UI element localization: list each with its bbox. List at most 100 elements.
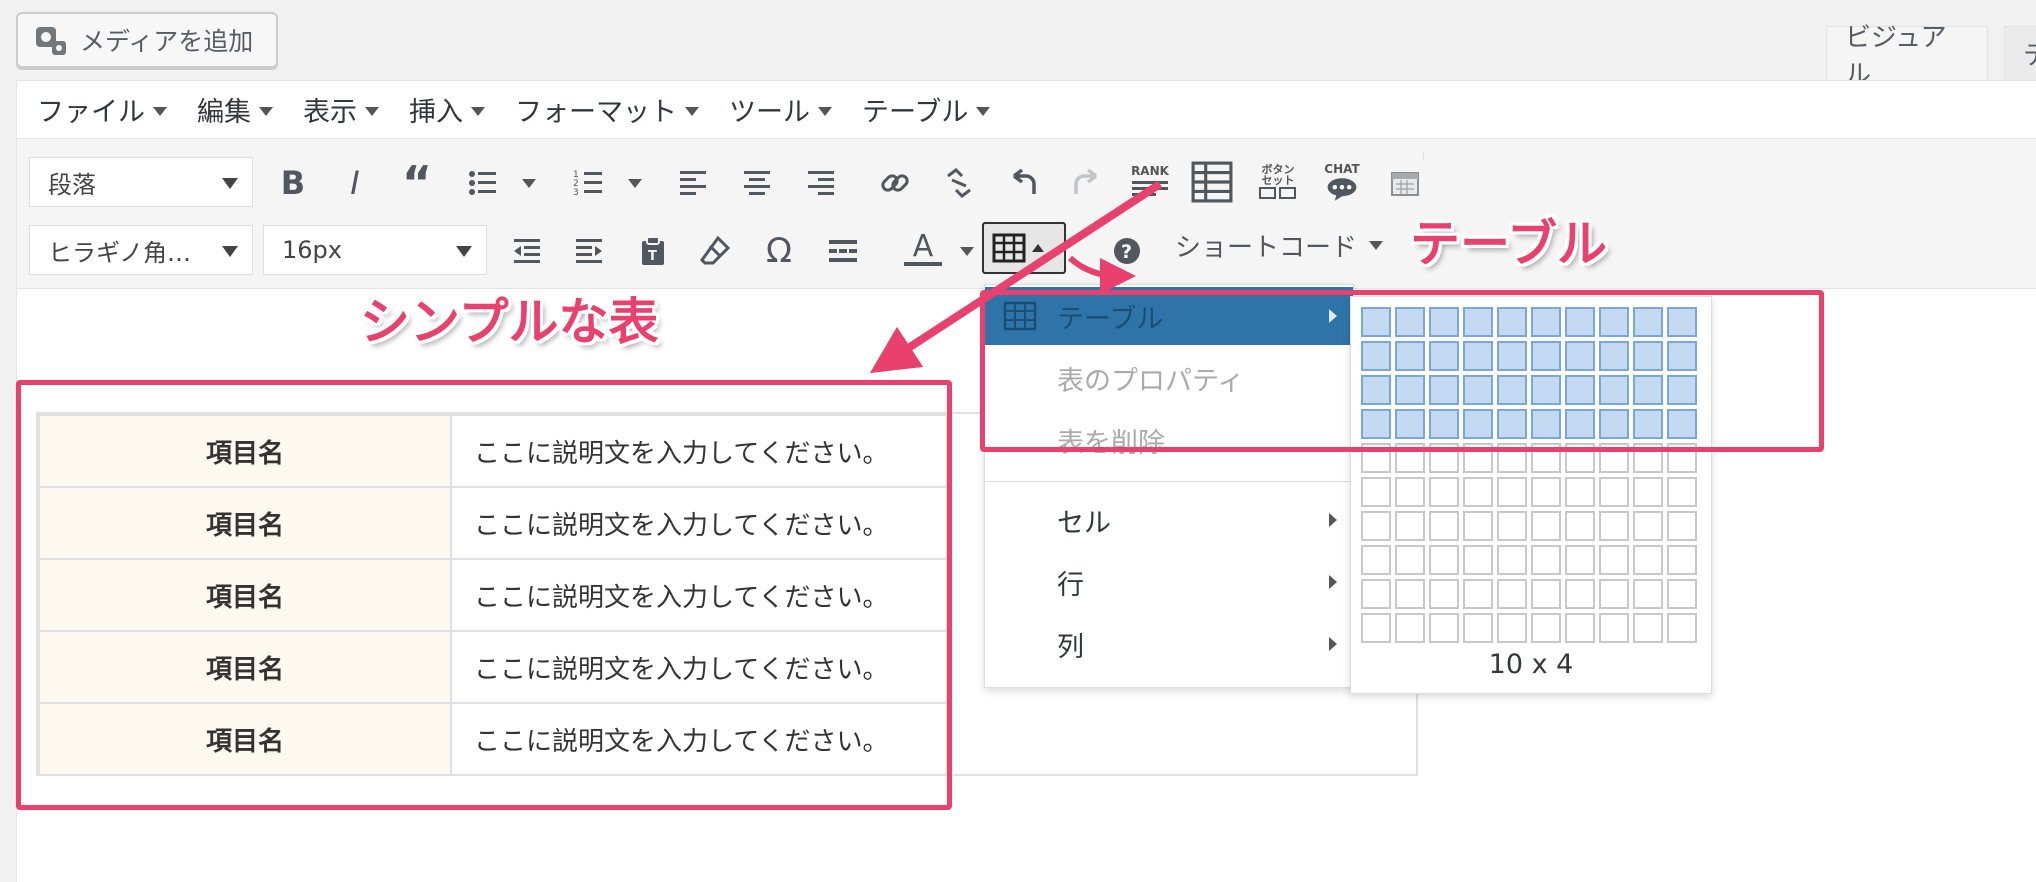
table-size-cell[interactable] xyxy=(1633,613,1663,643)
table-size-cell[interactable] xyxy=(1599,477,1629,507)
table-size-cell[interactable] xyxy=(1667,579,1697,609)
table-size-cell[interactable] xyxy=(1361,545,1391,575)
menu-view[interactable]: 表示 xyxy=(303,90,379,129)
toolbar-separator xyxy=(1423,153,1424,161)
remove-link-button[interactable] xyxy=(937,161,981,205)
table-size-cell[interactable] xyxy=(1667,477,1697,507)
table-list-button[interactable] xyxy=(1189,159,1235,205)
table-size-cell[interactable] xyxy=(1633,545,1663,575)
table-size-cell[interactable] xyxy=(1361,477,1391,507)
table-size-cell[interactable] xyxy=(1565,511,1595,541)
table-size-cell[interactable] xyxy=(1395,579,1425,609)
table-size-cell[interactable] xyxy=(1361,613,1391,643)
table-size-cell[interactable] xyxy=(1497,613,1527,643)
table-size-cell[interactable] xyxy=(1463,613,1493,643)
bold-button[interactable]: B xyxy=(271,161,315,205)
undo-button[interactable] xyxy=(1001,161,1045,205)
redo-button[interactable] xyxy=(1065,161,1109,205)
table-size-cell[interactable] xyxy=(1531,613,1561,643)
calendar-button[interactable] xyxy=(1383,161,1427,205)
shortcode-menu-button[interactable]: ショートコード xyxy=(1175,227,1384,264)
table-size-cell[interactable] xyxy=(1667,545,1697,575)
menu-file[interactable]: ファイル xyxy=(37,90,167,129)
clear-formatting-button[interactable] xyxy=(693,229,737,273)
tab-text[interactable]: テ xyxy=(2004,26,2036,80)
menu-format[interactable]: フォーマット xyxy=(515,90,699,129)
table-size-cell[interactable] xyxy=(1565,613,1595,643)
menu-edit[interactable]: 編集 xyxy=(197,90,273,129)
menu-tools[interactable]: ツール xyxy=(729,90,832,129)
chat-button[interactable]: CHAT xyxy=(1317,155,1367,209)
table-size-cell[interactable] xyxy=(1531,477,1561,507)
table-size-cell[interactable] xyxy=(1565,579,1595,609)
table-size-cell[interactable] xyxy=(1497,511,1527,541)
align-left-button[interactable] xyxy=(671,161,715,205)
table-size-cell[interactable] xyxy=(1599,511,1629,541)
table-size-cell[interactable] xyxy=(1599,579,1629,609)
table-size-cell[interactable] xyxy=(1395,511,1425,541)
outdent-button[interactable] xyxy=(505,229,549,273)
add-media-button[interactable]: メディアを追加 xyxy=(16,12,278,68)
indent-button[interactable] xyxy=(567,229,611,273)
table-size-cell[interactable] xyxy=(1497,477,1527,507)
table-size-cell[interactable] xyxy=(1667,511,1697,541)
table-size-cell[interactable] xyxy=(1633,477,1663,507)
rank-button[interactable]: RANK xyxy=(1125,155,1175,207)
menu-item-cell[interactable]: セル xyxy=(985,491,1353,549)
numbered-list-dropdown[interactable] xyxy=(623,161,647,205)
table-size-cell[interactable] xyxy=(1429,511,1459,541)
table-size-cell[interactable] xyxy=(1463,545,1493,575)
font-size-select[interactable]: 16px xyxy=(263,225,487,275)
font-family-select[interactable]: ヒラギノ角… xyxy=(29,225,253,275)
paste-text-button[interactable]: T xyxy=(631,229,675,273)
table-size-cell[interactable] xyxy=(1463,477,1493,507)
special-character-button[interactable]: Ω xyxy=(757,229,801,273)
table-size-cell[interactable] xyxy=(1429,545,1459,575)
bullet-list-button[interactable] xyxy=(461,161,505,205)
table-size-cell[interactable] xyxy=(1395,477,1425,507)
table-size-cell[interactable] xyxy=(1633,579,1663,609)
bullet-list-dropdown[interactable] xyxy=(517,161,541,205)
text-color-dropdown[interactable] xyxy=(955,229,979,273)
table-size-cell[interactable] xyxy=(1565,477,1595,507)
button-set-button[interactable]: ボタン セット xyxy=(1253,155,1303,209)
table-size-cell[interactable] xyxy=(1599,545,1629,575)
text-color-button[interactable]: A xyxy=(901,227,945,271)
horizontal-line-button[interactable] xyxy=(821,229,865,273)
tab-visual[interactable]: ビジュアル xyxy=(1826,23,1988,90)
menu-table[interactable]: テーブル xyxy=(862,90,991,129)
horizontal-rule-icon xyxy=(829,240,857,262)
table-size-cell[interactable] xyxy=(1395,613,1425,643)
numbered-list-button[interactable]: 123 xyxy=(567,161,611,205)
menu-item-row[interactable]: 行 xyxy=(985,553,1353,611)
align-right-button[interactable] xyxy=(799,161,843,205)
align-center-button[interactable] xyxy=(735,161,779,205)
table-size-cell[interactable] xyxy=(1633,511,1663,541)
italic-button[interactable]: I xyxy=(333,161,377,205)
menu-insert[interactable]: 挿入 xyxy=(409,90,485,129)
menu-item-column[interactable]: 列 xyxy=(985,615,1353,673)
table-size-cell[interactable] xyxy=(1599,613,1629,643)
table-size-cell[interactable] xyxy=(1497,579,1527,609)
table-size-cell[interactable] xyxy=(1531,545,1561,575)
table-size-cell[interactable] xyxy=(1531,579,1561,609)
table-size-cell[interactable] xyxy=(1565,545,1595,575)
table-size-cell[interactable] xyxy=(1497,545,1527,575)
table-size-cell[interactable] xyxy=(1361,579,1391,609)
table-size-cell[interactable] xyxy=(1429,477,1459,507)
table-size-cell[interactable] xyxy=(1361,511,1391,541)
blockquote-button[interactable]: “ xyxy=(395,156,439,210)
italic-icon: I xyxy=(350,164,360,202)
table-size-cell[interactable] xyxy=(1395,545,1425,575)
table-size-cell[interactable] xyxy=(1463,579,1493,609)
text-color-swatch xyxy=(904,262,942,266)
table-size-cell[interactable] xyxy=(1531,511,1561,541)
table-button[interactable] xyxy=(982,222,1066,274)
insert-link-button[interactable] xyxy=(873,161,917,205)
table-size-cell[interactable] xyxy=(1667,613,1697,643)
table-size-cell[interactable] xyxy=(1429,613,1459,643)
paragraph-format-select[interactable]: 段落 xyxy=(29,157,253,207)
table-size-cell[interactable] xyxy=(1463,511,1493,541)
help-button[interactable]: ? xyxy=(1105,229,1149,273)
table-size-cell[interactable] xyxy=(1429,579,1459,609)
